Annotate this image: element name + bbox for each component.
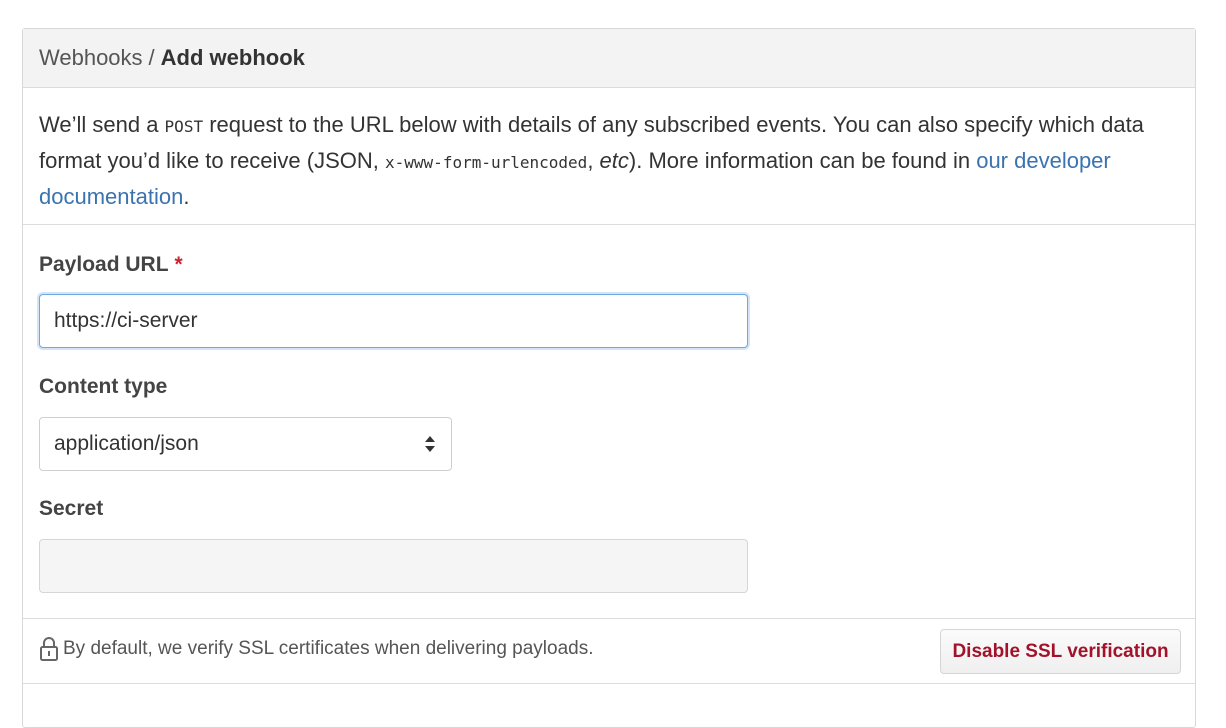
- disable-ssl-verification-button[interactable]: Disable SSL verification: [940, 629, 1181, 674]
- urlencoded-code: x-www-form-urlencoded: [385, 153, 588, 172]
- breadcrumb-webhooks-link[interactable]: Webhooks: [39, 45, 143, 71]
- intro-part-3: ,: [587, 148, 600, 173]
- post-code: POST: [164, 117, 204, 136]
- etc-text: etc: [599, 148, 629, 173]
- secret-label: Secret: [39, 497, 104, 520]
- payload-url-label: Payload URL *: [39, 253, 183, 277]
- secret-input[interactable]: [39, 539, 748, 593]
- chevron-up-down-icon: [423, 433, 437, 455]
- content-type-select[interactable]: application/json: [39, 417, 452, 471]
- payload-url-input[interactable]: [39, 294, 748, 348]
- intro-text: We’ll send a POST request to the URL bel…: [23, 88, 1195, 225]
- breadcrumb-separator: /: [148, 45, 155, 70]
- content-type-selected-value: application/json: [54, 432, 199, 455]
- webhook-form-panel: Webhooks / Add webhook We’ll send a POST…: [22, 28, 1196, 728]
- intro-part-1: We’ll send a: [39, 112, 165, 137]
- payload-url-label-text: Payload URL: [39, 253, 169, 276]
- intro-part-4: ). More information can be found in: [628, 148, 977, 173]
- required-marker: *: [174, 253, 183, 276]
- ssl-note: By default, we verify SSL certificates w…: [39, 636, 594, 662]
- page-title: Add webhook: [160, 45, 305, 70]
- form-body: Payload URL* Content type application/js…: [23, 225, 1195, 617]
- content-type-label: Content type: [39, 375, 168, 398]
- breadcrumb: Webhooks / Add webhook: [23, 29, 1195, 88]
- intro-part-5: .: [183, 184, 190, 209]
- ssl-verification-footer: By default, we verify SSL certificates w…: [23, 618, 1195, 684]
- ssl-note-text: By default, we verify SSL certificates w…: [63, 638, 594, 659]
- lock-icon: [39, 636, 59, 662]
